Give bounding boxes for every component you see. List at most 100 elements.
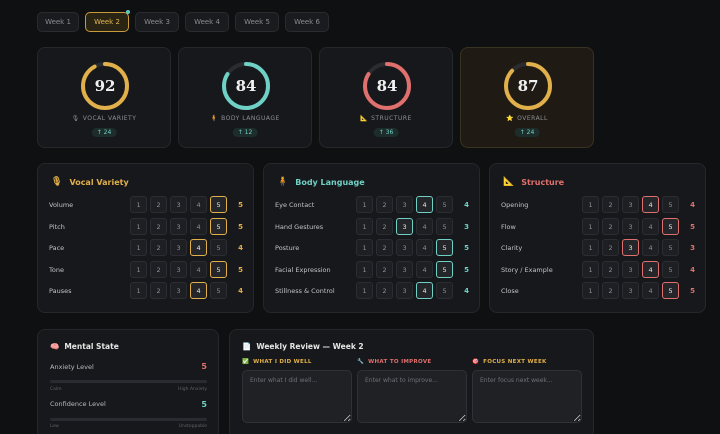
- rating-option-1[interactable]: 1: [130, 218, 148, 235]
- rating-option-3[interactable]: 3: [396, 261, 414, 278]
- rating-label: Posture: [275, 243, 300, 252]
- rating-option-4[interactable]: 4: [416, 239, 434, 256]
- rating-option-1[interactable]: 1: [582, 196, 600, 213]
- rating-option-2[interactable]: 2: [376, 282, 394, 299]
- rating-option-2[interactable]: 2: [602, 239, 620, 256]
- rating-option-5[interactable]: 5: [662, 218, 680, 235]
- rating-option-3[interactable]: 3: [622, 261, 640, 278]
- anxiety-slider[interactable]: [50, 380, 207, 383]
- tab-week-6[interactable]: Week 6: [285, 12, 329, 32]
- rating-option-3[interactable]: 3: [396, 196, 414, 213]
- rating-option-2[interactable]: 2: [376, 239, 394, 256]
- rating-option-5[interactable]: 5: [436, 282, 454, 299]
- rating-scale: 12345: [130, 196, 228, 213]
- rating-option-5[interactable]: 5: [436, 196, 454, 213]
- tab-week-1[interactable]: Week 1: [37, 12, 79, 32]
- rating-option-1[interactable]: 1: [130, 239, 148, 256]
- rating-option-2[interactable]: 2: [602, 196, 620, 213]
- rating-option-4[interactable]: 4: [416, 282, 434, 299]
- rating-value: 5: [238, 265, 243, 274]
- rating-option-2[interactable]: 2: [602, 282, 620, 299]
- rating-option-1[interactable]: 1: [130, 196, 148, 213]
- rating-option-5[interactable]: 5: [662, 261, 680, 278]
- rating-option-4[interactable]: 4: [642, 282, 660, 299]
- did-well-input[interactable]: [242, 370, 352, 423]
- rating-option-5[interactable]: 5: [662, 282, 680, 299]
- rating-option-3[interactable]: 3: [170, 239, 188, 256]
- improve-input[interactable]: [357, 370, 467, 423]
- rating-value: 4: [690, 200, 695, 209]
- improve-heading-text: WHAT TO IMPROVE: [368, 359, 432, 365]
- rating-option-5[interactable]: 5: [436, 239, 454, 256]
- rating-option-5[interactable]: 5: [662, 239, 680, 256]
- rating-option-4[interactable]: 4: [642, 239, 660, 256]
- anxiety-low-label: Calm: [50, 387, 62, 392]
- rating-option-2[interactable]: 2: [376, 218, 394, 235]
- rating-option-3[interactable]: 3: [396, 282, 414, 299]
- rating-option-5[interactable]: 5: [210, 218, 228, 235]
- rating-option-1[interactable]: 1: [356, 239, 374, 256]
- rating-option-2[interactable]: 2: [150, 261, 168, 278]
- rating-option-4[interactable]: 4: [190, 218, 208, 235]
- rating-option-2[interactable]: 2: [150, 282, 168, 299]
- rating-option-5[interactable]: 5: [210, 261, 228, 278]
- confidence-slider[interactable]: [50, 418, 207, 421]
- focus-input[interactable]: [472, 370, 582, 423]
- rating-option-3[interactable]: 3: [622, 196, 640, 213]
- tab-week-2[interactable]: Week 2: [85, 10, 130, 32]
- tab-label: Week 2: [94, 18, 120, 26]
- rating-option-2[interactable]: 2: [376, 261, 394, 278]
- rating-label: Hand Gestures: [275, 222, 324, 231]
- tab-week-3[interactable]: Week 3: [135, 12, 179, 32]
- rating-option-1[interactable]: 1: [130, 282, 148, 299]
- rating-option-4[interactable]: 4: [190, 282, 208, 299]
- rating-option-3[interactable]: 3: [170, 196, 188, 213]
- rating-option-5[interactable]: 5: [210, 239, 228, 256]
- rating-option-4[interactable]: 4: [190, 196, 208, 213]
- confidence-value: 5: [201, 400, 207, 409]
- rating-option-5[interactable]: 5: [210, 196, 228, 213]
- rating-option-5[interactable]: 5: [436, 261, 454, 278]
- rating-option-4[interactable]: 4: [642, 218, 660, 235]
- rating-option-3[interactable]: 3: [170, 261, 188, 278]
- rating-option-1[interactable]: 1: [356, 282, 374, 299]
- rating-option-3[interactable]: 3: [170, 282, 188, 299]
- tab-week-5[interactable]: Week 5: [235, 12, 279, 32]
- rating-option-2[interactable]: 2: [602, 261, 620, 278]
- rating-option-4[interactable]: 4: [642, 196, 660, 213]
- tab-label: Week 1: [45, 18, 71, 26]
- rating-option-2[interactable]: 2: [150, 218, 168, 235]
- rating-option-3[interactable]: 3: [396, 218, 414, 235]
- rating-option-4[interactable]: 4: [642, 261, 660, 278]
- tab-week-4[interactable]: Week 4: [185, 12, 229, 32]
- rating-option-2[interactable]: 2: [150, 239, 168, 256]
- rating-option-5[interactable]: 5: [436, 218, 454, 235]
- rating-option-3[interactable]: 3: [396, 239, 414, 256]
- rating-option-3[interactable]: 3: [622, 218, 640, 235]
- rating-option-5[interactable]: 5: [662, 196, 680, 213]
- rating-option-1[interactable]: 1: [356, 196, 374, 213]
- rating-option-1[interactable]: 1: [356, 261, 374, 278]
- rating-option-3[interactable]: 3: [622, 239, 640, 256]
- rating-option-4[interactable]: 4: [416, 196, 434, 213]
- rating-option-3[interactable]: 3: [622, 282, 640, 299]
- indicator-dot: [126, 10, 130, 14]
- rating-option-1[interactable]: 1: [582, 261, 600, 278]
- rating-option-1[interactable]: 1: [356, 218, 374, 235]
- rating-option-4[interactable]: 4: [190, 261, 208, 278]
- rating-option-5[interactable]: 5: [210, 282, 228, 299]
- rating-option-4[interactable]: 4: [416, 261, 434, 278]
- rating-option-2[interactable]: 2: [150, 196, 168, 213]
- rating-option-4[interactable]: 4: [416, 218, 434, 235]
- rating-scale: 12345: [582, 218, 680, 235]
- rating-option-1[interactable]: 1: [582, 239, 600, 256]
- rating-option-1[interactable]: 1: [582, 282, 600, 299]
- confidence-high-label: Unstoppable: [178, 424, 207, 429]
- rating-option-1[interactable]: 1: [582, 218, 600, 235]
- rating-option-2[interactable]: 2: [376, 196, 394, 213]
- score-card-body-language: 84 🧍 BODY LANGUAGE ↑ 12: [178, 47, 312, 148]
- rating-option-3[interactable]: 3: [170, 218, 188, 235]
- rating-option-4[interactable]: 4: [190, 239, 208, 256]
- rating-option-2[interactable]: 2: [602, 218, 620, 235]
- rating-option-1[interactable]: 1: [130, 261, 148, 278]
